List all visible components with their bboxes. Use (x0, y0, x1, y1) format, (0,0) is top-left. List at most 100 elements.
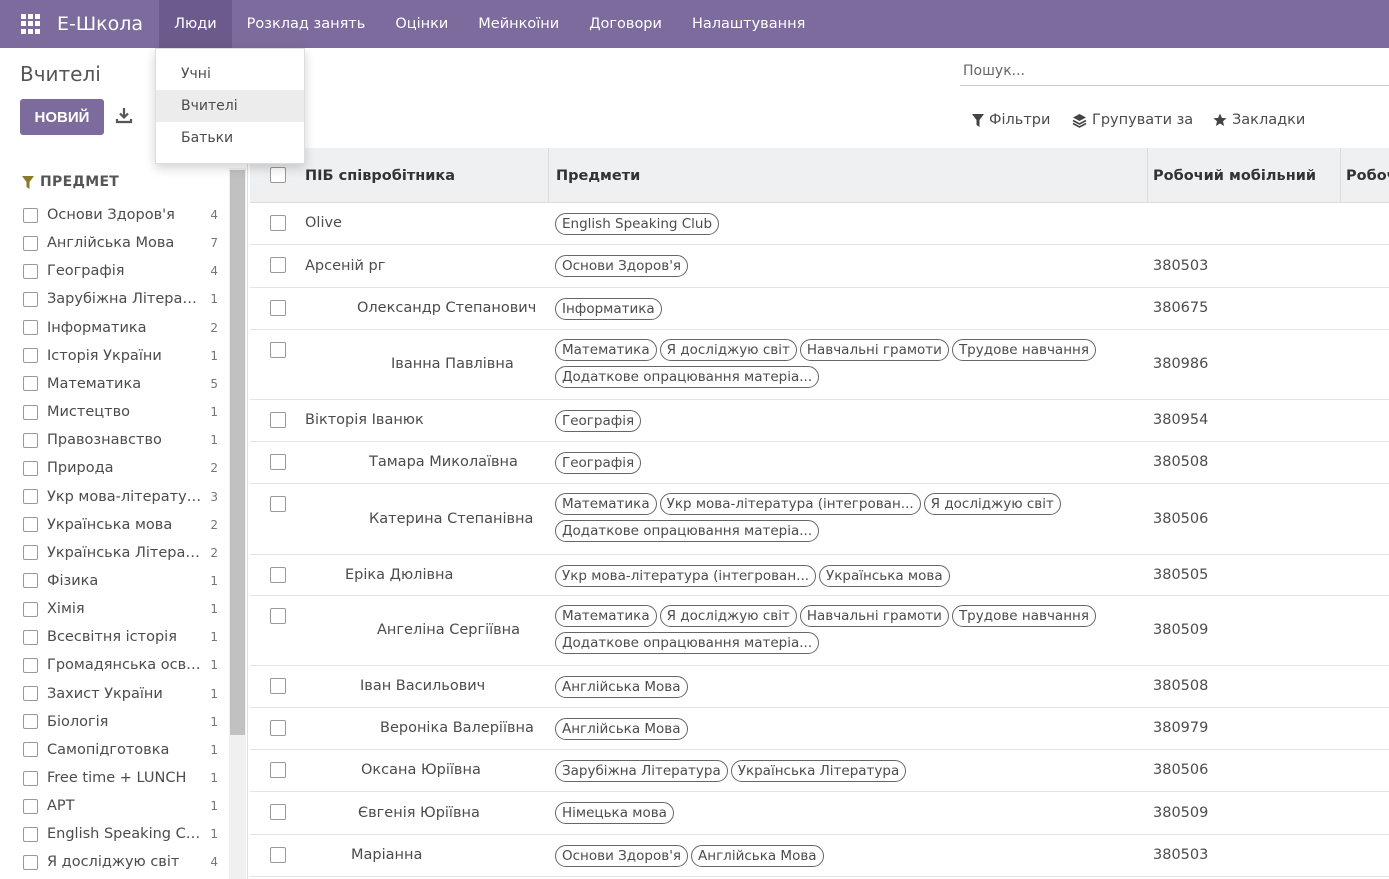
table-row[interactable]: Olive English Speaking Club (250, 203, 1389, 245)
facet-checkbox[interactable] (23, 235, 38, 251)
facet-item[interactable]: АРТ 1 (23, 795, 218, 817)
apps-menu-icon[interactable] (21, 14, 41, 34)
table-row[interactable]: Еріка Дюлівна Укр мова-література (інтегр… (250, 555, 1389, 596)
nav-schedule[interactable]: Розклад занять (232, 0, 381, 48)
row-checkbox[interactable] (270, 215, 286, 231)
facet-checkbox[interactable] (23, 320, 38, 336)
col-work-phone[interactable]: Робочий (1346, 148, 1389, 203)
facet-item[interactable]: Громадянська освіта 1 (23, 654, 218, 676)
sidebar-scrollbar-thumb[interactable] (230, 170, 245, 735)
table-row[interactable]: Ангеліна Сергіївна Математика Я досліджую … (250, 596, 1389, 666)
facet-checkbox[interactable] (23, 573, 38, 589)
facet-checkbox[interactable] (23, 207, 38, 223)
download-icon[interactable] (115, 106, 133, 124)
facet-item[interactable]: Англійська Мова 7 (23, 232, 218, 254)
facet-item[interactable]: Укр мова-література (інтегрований) 3 (23, 486, 218, 508)
facet-item[interactable]: Всесвітня історія 1 (23, 626, 218, 648)
row-checkbox[interactable] (270, 567, 286, 583)
nav-maincoins[interactable]: Мейнкоїни (463, 0, 574, 48)
menu-item-parents[interactable]: Батьки (156, 122, 304, 154)
facet-checkbox[interactable] (23, 291, 38, 307)
facet-checkbox[interactable] (23, 376, 38, 392)
facet-item[interactable]: Географія 4 (23, 260, 218, 282)
row-checkbox[interactable] (270, 804, 286, 820)
nav-contracts[interactable]: Договори (574, 0, 677, 48)
facet-item[interactable]: Основи Здоров'я 4 (23, 204, 218, 226)
row-checkbox[interactable] (270, 412, 286, 428)
row-checkbox[interactable] (270, 608, 286, 624)
new-button[interactable]: НОВИЙ (20, 99, 104, 135)
table-row[interactable]: Вероніка Валеріївна Англійська Мова 380979 (250, 708, 1389, 750)
row-checkbox[interactable] (270, 762, 286, 778)
col-subjects[interactable]: Предмети (556, 148, 640, 203)
facet-checkbox[interactable] (23, 460, 38, 476)
facet-item[interactable]: Самопідготовка 1 (23, 739, 218, 761)
table-row[interactable]: Арсеній рг Основи Здоров'я 380503 (250, 245, 1389, 288)
table-row[interactable]: Іванна Павлівна Математика Я досліджую сві… (250, 330, 1389, 400)
facet-label: Всесвітня історія (47, 629, 177, 646)
facet-item[interactable]: English Speaking Club 1 (23, 823, 218, 845)
nav-settings[interactable]: Налаштування (677, 0, 820, 48)
facet-item[interactable]: Українська Література 2 (23, 542, 218, 564)
facet-item[interactable]: Українська мова 2 (23, 514, 218, 536)
table-row[interactable]: Оксана Юріївна Зарубіжна Література Україн… (250, 750, 1389, 792)
filters-button[interactable]: Фільтри (972, 109, 1050, 131)
table-row[interactable]: Іван Васильович Англійська Мова 380508 (250, 666, 1389, 708)
favorites-button[interactable]: Закладки (1213, 109, 1305, 131)
row-checkbox[interactable] (270, 454, 286, 470)
row-checkbox[interactable] (270, 496, 286, 512)
facet-item[interactable]: Захист України 1 (23, 683, 218, 705)
facet-item[interactable]: Я досліджую світ 4 (23, 851, 218, 873)
row-checkbox[interactable] (270, 847, 286, 863)
row-checkbox[interactable] (270, 257, 286, 273)
table-row[interactable]: Тамара Миколаївна Географія 380508 (250, 442, 1389, 484)
facet-item[interactable]: Біологія 1 (23, 711, 218, 733)
app-brand[interactable]: Е-Школа (57, 13, 143, 35)
facet-checkbox[interactable] (23, 714, 38, 730)
facet-item[interactable]: Математика 5 (23, 373, 218, 395)
facet-item[interactable]: Фізика 1 (23, 570, 218, 592)
facet-checkbox[interactable] (23, 826, 38, 842)
search-input[interactable] (960, 58, 1389, 84)
nav-grades[interactable]: Оцінки (380, 0, 463, 48)
facet-item[interactable]: Мистецтво 1 (23, 401, 218, 423)
menu-item-teachers[interactable]: Вчителі (156, 90, 304, 122)
facet-item[interactable]: Історія України 1 (23, 345, 218, 367)
facet-item[interactable]: Хімія 1 (23, 598, 218, 620)
facet-item[interactable]: Правознавство 1 (23, 429, 218, 451)
facet-checkbox[interactable] (23, 686, 38, 702)
row-checkbox[interactable] (270, 678, 286, 694)
nav-people[interactable]: Люди (159, 0, 232, 48)
facet-checkbox[interactable] (23, 601, 38, 617)
facet-checkbox[interactable] (23, 629, 38, 645)
facet-item[interactable]: Інформатика 2 (23, 317, 218, 339)
table-row[interactable]: Олександр Степанович Інформатика 380675 (250, 288, 1389, 330)
facet-checkbox[interactable] (23, 742, 38, 758)
facet-checkbox[interactable] (23, 657, 38, 673)
col-work-mobile[interactable]: Робочий мобільний (1153, 148, 1316, 203)
facet-checkbox[interactable] (23, 348, 38, 364)
facet-checkbox[interactable] (23, 263, 38, 279)
select-all-checkbox[interactable] (270, 167, 286, 183)
facet-checkbox[interactable] (23, 432, 38, 448)
table-row[interactable]: Євгенія Юріївна Німецька мова 380509 (250, 792, 1389, 835)
facet-checkbox[interactable] (23, 517, 38, 533)
row-checkbox[interactable] (270, 720, 286, 736)
facet-checkbox[interactable] (23, 545, 38, 561)
menu-item-students[interactable]: Учні (156, 58, 304, 90)
group-by-button[interactable]: Групувати за (1072, 109, 1193, 131)
row-checkbox[interactable] (270, 342, 286, 358)
facet-item[interactable]: Природа 2 (23, 457, 218, 479)
facet-checkbox[interactable] (23, 770, 38, 786)
table-row[interactable]: Катерина Степанівна Математика Укр мова-лі… (250, 484, 1389, 555)
table-row[interactable]: Вікторія Іванюк Географія 380954 (250, 400, 1389, 442)
facet-item[interactable]: Зарубіжна Література 1 (23, 288, 218, 310)
facet-checkbox[interactable] (23, 854, 38, 870)
row-checkbox[interactable] (270, 300, 286, 316)
facet-checkbox[interactable] (23, 489, 38, 504)
col-employee-name[interactable]: ПІБ співробітника (305, 148, 455, 203)
facet-checkbox[interactable] (23, 404, 38, 420)
table-row[interactable]: Маріанна Основи Здоров'я Англійська Мова 38… (250, 835, 1389, 877)
facet-item[interactable]: Free time + LUNCH 1 (23, 767, 218, 789)
facet-checkbox[interactable] (23, 798, 38, 814)
